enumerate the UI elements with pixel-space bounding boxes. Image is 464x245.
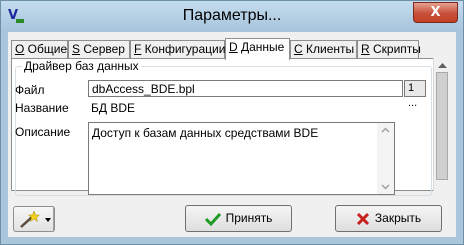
memo-scrollbar[interactable] [377, 123, 394, 194]
name-label: Название [15, 101, 69, 115]
scroll-up-icon [438, 63, 447, 68]
window-title: Параметры... [182, 7, 282, 24]
tab-data[interactable]: D Данные [225, 38, 290, 60]
tab-general[interactable]: O Общие [11, 40, 68, 58]
name-value: БД BDE [91, 101, 136, 115]
tab-server[interactable]: S Сервер [68, 40, 130, 58]
accept-button[interactable]: Принять [185, 205, 292, 232]
window-close-button[interactable]: X [413, 2, 458, 23]
close-button[interactable]: Закрыть [335, 205, 442, 232]
description-memo[interactable]: Доступ к базам данных средствами BDE [88, 122, 395, 195]
wizard-button-divider [53, 206, 54, 232]
tab-configurations[interactable]: F Конфигурации [130, 40, 225, 58]
tab-scripts[interactable]: R Скрипты [357, 40, 421, 58]
wizard-button[interactable] [13, 206, 55, 232]
close-icon [356, 212, 369, 225]
description-text: Доступ к базам данных средствами BDE [92, 126, 319, 140]
close-label: Закрыть [374, 211, 422, 225]
scroll-down-icon[interactable] [381, 182, 390, 191]
dropdown-arrow-icon [45, 218, 51, 222]
tab-clients[interactable]: C Клиенты [290, 40, 357, 58]
file-label: Файл [15, 83, 45, 97]
browse-button[interactable]: 1 ... [404, 80, 426, 109]
title-bar[interactable]: V Параметры... X [1, 1, 463, 32]
checkmark-icon [204, 212, 221, 227]
accept-label: Принять [225, 211, 273, 225]
magic-wand-icon [20, 210, 41, 228]
panel-scrollbar[interactable] [433, 58, 451, 191]
file-field[interactable]: dbAccess_BDE.bpl [88, 80, 403, 97]
scroll-up-icon[interactable] [381, 126, 390, 135]
settings-window: V Параметры... X O Общие S Сервер F Конф… [0, 0, 464, 245]
group-title: Драйвер баз данных [22, 59, 141, 73]
scroll-thumb[interactable] [436, 72, 448, 180]
dialog-body: O Общие S Сервер F Конфигурации D Данные… [8, 32, 456, 237]
description-label: Описание [15, 125, 71, 139]
